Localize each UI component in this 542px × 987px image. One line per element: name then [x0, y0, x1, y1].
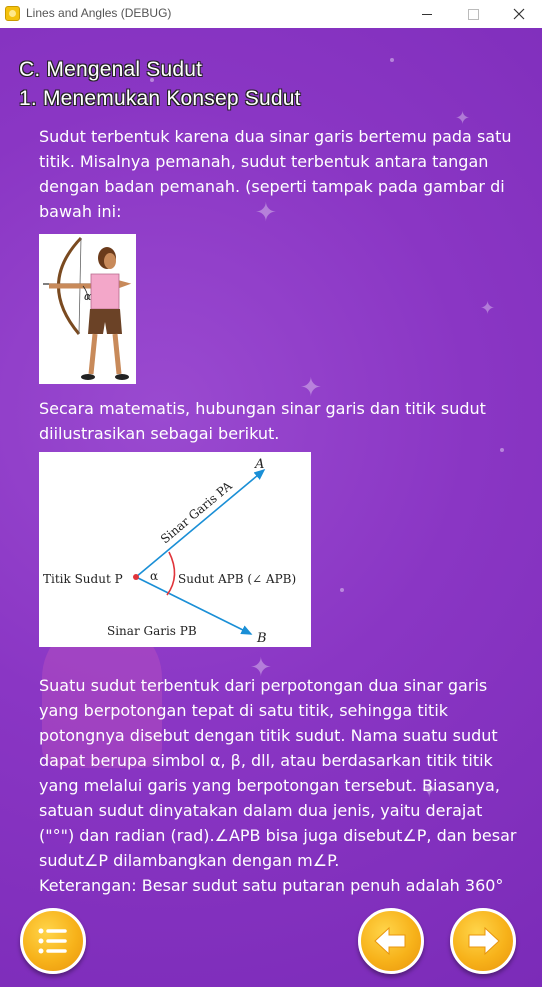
body-text: Suatu sudut terbentuk dari perpotongan d… [39, 676, 517, 870]
math-paragraph: Secara matematis, hubungan sinar garis d… [39, 399, 486, 443]
sparkle-icon: ✦ [480, 298, 496, 319]
close-button[interactable] [496, 0, 542, 28]
minimize-button[interactable] [404, 0, 450, 28]
window-title: Lines and Angles (DEBUG) [26, 6, 172, 20]
ray-pa-label: Sinar Garis PA [158, 479, 235, 547]
lesson-stage: ✦ ✦ ✦ ✦ ✦ ✦ C. Mengenal Sudut 1. Menemuk… [0, 28, 542, 987]
star-dot [500, 448, 504, 452]
window-titlebar: Lines and Angles (DEBUG) [0, 0, 542, 29]
menu-button[interactable] [20, 908, 86, 974]
close-icon [513, 8, 525, 20]
label-b: B [256, 631, 267, 646]
note-text: Keterangan: Besar sudut satu putaran pen… [39, 876, 504, 895]
star-dot [390, 58, 394, 62]
minimize-icon [422, 13, 432, 15]
star-dot [340, 588, 344, 592]
intro-paragraph: Sudut terbentuk karena dua sinar garis b… [39, 127, 512, 221]
arrow-left-icon [374, 926, 406, 956]
archer-alpha-label: α [84, 290, 92, 303]
vertex-point [133, 574, 139, 580]
angle-arc [166, 551, 176, 596]
body-paragraph: Suatu sudut terbentuk dari perpotongan d… [39, 673, 517, 898]
previous-button[interactable] [358, 908, 424, 974]
maximize-button[interactable] [450, 0, 496, 28]
vertex-label: Titik Sudut P [43, 572, 123, 586]
alpha-label: α [150, 569, 158, 583]
arrow-right-icon [468, 926, 500, 956]
angle-label: Sudut APB (∠ APB) [178, 572, 296, 586]
ray-pb-label: Sinar Garis PB [107, 624, 197, 638]
list-icon [38, 928, 67, 954]
label-a: A [254, 457, 264, 472]
section-heading: C. Mengenal Sudut [19, 58, 203, 81]
subsection-heading: 1. Menemukan Konsep Sudut [19, 87, 301, 110]
archer-image: α [39, 234, 136, 384]
angle-diagram: A B Sinar Garis PA Sinar Garis PB Titik … [39, 452, 311, 647]
maximize-icon [467, 8, 479, 20]
app-icon [5, 6, 20, 21]
next-button[interactable] [450, 908, 516, 974]
ray-pa [135, 468, 266, 578]
